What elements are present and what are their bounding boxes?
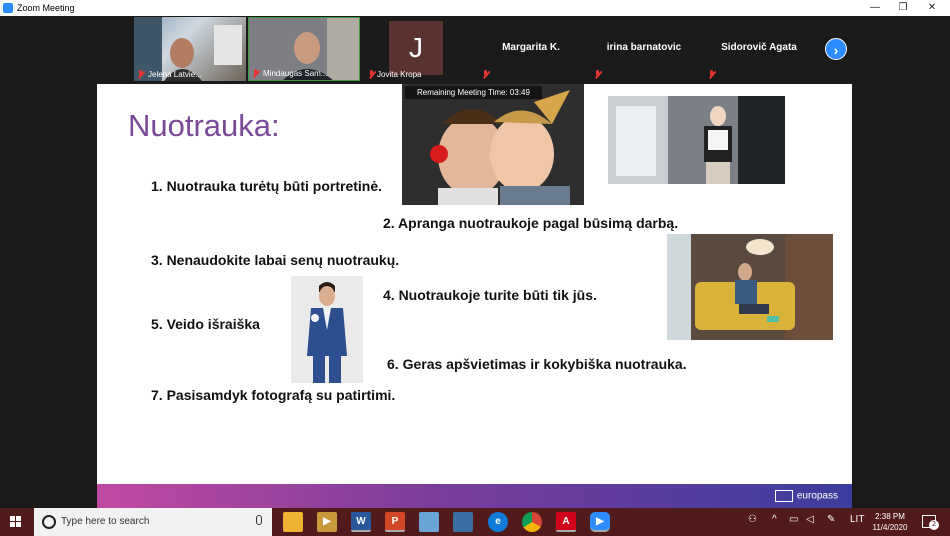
photo-suit-image [291, 276, 363, 383]
maximize-button[interactable]: ❐ [888, 0, 918, 16]
pen-icon[interactable]: ✎ [827, 514, 835, 525]
participant-tile-sidorovic[interactable]: Sidorovič Agata [702, 17, 816, 81]
slide-footer: europass [97, 484, 852, 510]
participant-name: Jovita Kropa [377, 70, 422, 79]
participant-strip: Jelena Latvie... Mindaugas Sam... J Jovi… [0, 16, 950, 84]
volume-icon[interactable]: ◁ [806, 514, 814, 525]
photo-clowns: Remaining Meeting Time: 03:49 [402, 84, 584, 205]
slide-item-3: 3. Nenaudokite labai senų nuotraukų. [151, 252, 400, 268]
edge-icon[interactable]: e [488, 512, 508, 532]
clock-date: 11/4/2020 [872, 523, 908, 532]
slide-item-7: 7. Pasisamdyk fotografą su patirtimi. [151, 387, 396, 403]
cortana-icon [42, 515, 56, 529]
microphone-icon[interactable] [256, 515, 262, 525]
zoom-app-icon [3, 3, 13, 13]
participant-tile-jovita[interactable]: J Jovita Kropa [362, 17, 474, 81]
mic-muted-icon [252, 69, 259, 78]
paint-icon[interactable] [419, 512, 439, 532]
taskbar-clock[interactable]: 2:38 PM 11/4/2020 [866, 511, 914, 533]
media-player-icon[interactable]: ▶ [317, 512, 337, 532]
close-button[interactable]: ✕ [917, 0, 947, 16]
powerpoint-icon[interactable]: P [385, 512, 405, 532]
participant-name: irina barnatovic [606, 42, 682, 53]
participant-tile-jelena[interactable]: Jelena Latvie... [134, 17, 246, 81]
chrome-icon[interactable] [522, 512, 542, 532]
eu-flag-icon [774, 490, 793, 502]
word-icon[interactable]: W [351, 512, 371, 532]
window-title-bar: Zoom Meeting — ❐ ✕ [0, 0, 950, 16]
meeting-timer: Remaining Meeting Time: 03:49 [405, 86, 542, 99]
notification-count: 2 [929, 520, 939, 530]
next-participants-button[interactable]: › [825, 38, 847, 60]
photo-man-sofa [667, 234, 833, 340]
search-placeholder: Type here to search [61, 516, 150, 527]
file-explorer-icon[interactable] [283, 512, 303, 532]
battery-icon[interactable]: ▭ [789, 514, 798, 525]
mic-muted-icon [594, 70, 601, 79]
photo-clowns-image [402, 84, 584, 205]
photo-woman-corridor [608, 96, 785, 184]
window-title: Zoom Meeting [17, 3, 75, 13]
shared-slide: Nuotrauka: 1. Nuotrauka turėtų būti port… [97, 84, 852, 510]
zoom-taskbar-icon[interactable]: ▶ [590, 512, 610, 532]
europass-label: europass [796, 490, 838, 502]
participant-name: Jelena Latvie... [148, 70, 202, 79]
slide-item-2: 2. Apranga nuotraukoje pagal būsimą darb… [383, 215, 679, 231]
participant-avatar: J [389, 21, 443, 75]
photo-woman-image [608, 96, 785, 184]
calculator-icon[interactable] [453, 512, 473, 532]
participant-tile-mindaugas[interactable]: Mindaugas Sam... [248, 17, 360, 81]
slide-item-1: 1. Nuotrauka turėtų būti portretinė. [151, 178, 383, 194]
minimize-button[interactable]: — [860, 0, 890, 16]
slide-item-5: 5. Veido išraiška [151, 316, 260, 332]
participant-name: Mindaugas Sam... [263, 69, 328, 78]
language-indicator[interactable]: LIT [850, 514, 864, 525]
photo-sofa-image [667, 234, 833, 340]
mic-muted-icon [708, 70, 715, 79]
photo-man-suit [291, 276, 363, 383]
slide-item-6: 6. Geras apšvietimas ir kokybiška nuotra… [387, 356, 687, 372]
notifications-icon[interactable]: 2 [922, 515, 939, 530]
slide-item-4: 4. Nuotraukoje turite būti tik jūs. [383, 287, 597, 303]
acrobat-icon[interactable]: A [556, 512, 576, 532]
mic-muted-icon [368, 70, 375, 79]
participant-name: Margarita K. [502, 42, 560, 53]
slide-title: Nuotrauka: [128, 108, 280, 143]
taskbar-search-box[interactable]: Type here to search [34, 508, 272, 536]
clock-time: 2:38 PM [875, 512, 905, 521]
participant-tile-margarita[interactable]: Margarita K. [476, 17, 586, 81]
people-icon[interactable]: ⚇ [748, 514, 757, 525]
windows-taskbar: Type here to search ▶ W P e A ▶ ⚇ ^ ▭ ◁ … [0, 508, 950, 536]
participant-name: Sidorovič Agata [721, 42, 797, 53]
show-hidden-icons[interactable]: ^ [772, 514, 777, 525]
windows-start-icon[interactable] [10, 516, 22, 528]
mic-muted-icon [137, 70, 144, 79]
mic-muted-icon [482, 70, 489, 79]
participant-tile-irina[interactable]: irina barnatovic [588, 17, 700, 81]
europass-brand: europass [774, 490, 838, 502]
